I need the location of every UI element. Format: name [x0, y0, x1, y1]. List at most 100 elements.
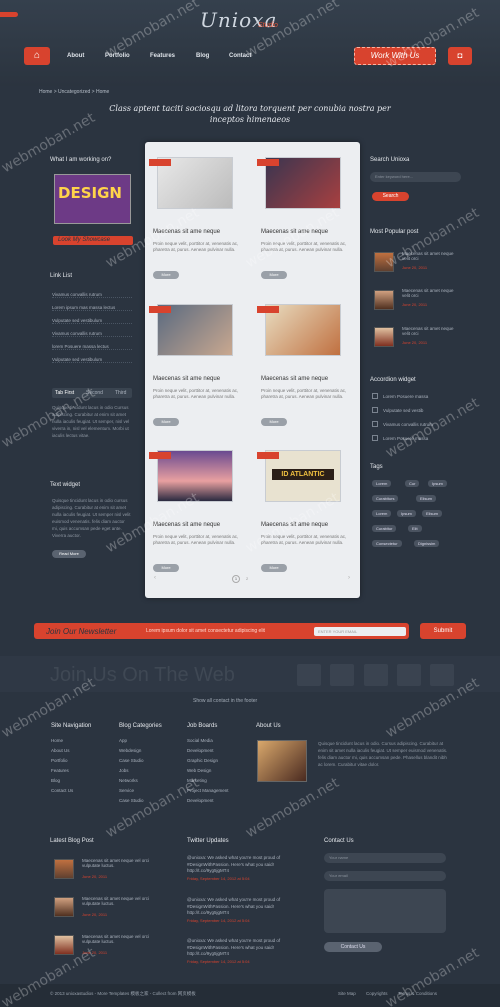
more-button[interactable]: More — [261, 418, 287, 426]
promo-image[interactable]: DESIGN — [54, 174, 131, 224]
more-button[interactable]: More — [153, 418, 179, 426]
tweet[interactable]: @unioxa: We asked what you're most proud… — [187, 855, 297, 875]
post-title[interactable]: Maecenas sit ame neque — [261, 522, 328, 528]
social-icon[interactable] — [364, 664, 388, 686]
tag[interactable]: Lorem — [372, 510, 392, 517]
post-title[interactable]: Maecenas sit ame neque — [261, 229, 328, 235]
social-icon[interactable] — [397, 664, 421, 686]
footer-job-link[interactable]: Social Media — [187, 738, 249, 743]
post-title[interactable]: Maecenas sit ame neque — [153, 229, 220, 235]
accordion-toggle-icon[interactable] — [372, 407, 378, 413]
social-icon[interactable] — [297, 664, 321, 686]
social-icon[interactable] — [330, 664, 354, 686]
accordion-toggle-icon[interactable] — [372, 421, 378, 427]
link-list-item[interactable]: Vulputate sed vestibulum — [52, 357, 132, 363]
tag[interactable]: Cur — [405, 480, 420, 487]
latest-post-title[interactable]: Maecenas sit amet neque vel orci vulputa… — [82, 896, 167, 906]
latest-thumb[interactable] — [54, 897, 74, 917]
nav-contact[interactable]: Contact — [229, 53, 251, 59]
footer-category-link[interactable]: Webdesign — [119, 748, 181, 753]
footer-job-link[interactable]: Marketing — [187, 778, 249, 783]
popular-thumb[interactable] — [374, 290, 394, 310]
nav-features[interactable]: Features — [150, 53, 175, 59]
accordion-toggle-icon[interactable] — [372, 435, 378, 441]
promo-caption[interactable]: Look My Showcase — [58, 237, 148, 243]
prev-icon[interactable]: ‹ — [154, 575, 156, 581]
post-title[interactable]: Maecenas sit ame neque — [261, 376, 328, 382]
post-title[interactable]: Maecenas sit ame neque — [153, 522, 220, 528]
tag[interactable]: Elit — [408, 525, 422, 532]
footer-category-link[interactable]: Service — [119, 788, 181, 793]
footer-category-link[interactable]: App — [119, 738, 181, 743]
accordion-item[interactable]: Lorem Posuere massa — [383, 394, 428, 399]
tab-third[interactable]: Third — [115, 390, 126, 396]
tag[interactable]: Lorem — [372, 480, 392, 487]
more-button[interactable]: More — [261, 564, 287, 572]
footer-nav-link[interactable]: Home — [51, 738, 113, 743]
contact-email-input[interactable]: Your email — [324, 871, 446, 881]
more-button[interactable]: More — [153, 564, 179, 572]
accordion-item[interactable]: Vivamus convallis rutrum — [383, 422, 433, 427]
latest-thumb[interactable] — [54, 935, 74, 955]
link-list-item[interactable]: Vivamus convallis rutrum — [52, 331, 132, 337]
contact-submit-button[interactable]: Contact Us — [324, 942, 382, 952]
social-icon[interactable] — [430, 664, 454, 686]
tweet[interactable]: @unioxa: We asked what you're most proud… — [187, 897, 297, 917]
rss-icon[interactable]: ◘ — [448, 47, 472, 65]
tag[interactable]: Ipsum — [397, 510, 416, 517]
footer-job-link[interactable]: Graphic Design — [187, 758, 249, 763]
footer-nav-link[interactable]: Contact Us — [51, 788, 113, 793]
footer-job-link[interactable]: Development — [187, 798, 249, 803]
link-list-item[interactable]: Vulputate sed vestibulum — [52, 318, 132, 324]
contact-message-textarea[interactable] — [324, 889, 446, 933]
footer-nav-link[interactable]: Blog — [51, 778, 113, 783]
popular-thumb[interactable] — [374, 252, 394, 272]
popular-post-title[interactable]: Maecenas sit amet neque velit orci — [402, 326, 460, 336]
contact-name-input[interactable]: Your name — [324, 853, 446, 863]
more-button[interactable]: More — [153, 271, 179, 279]
tag[interactable]: Curabiturs — [372, 495, 399, 502]
popular-thumb[interactable] — [374, 327, 394, 347]
popular-post-title[interactable]: Maecenas sit amet neque velit orci — [402, 251, 460, 261]
next-icon[interactable]: › — [348, 575, 350, 581]
accordion-item[interactable]: Vulputate sed vestib — [383, 408, 423, 413]
search-input[interactable]: Enter keyword here... — [370, 172, 461, 182]
tag[interactable]: Elisum — [416, 495, 437, 502]
footer-job-link[interactable]: Development — [187, 748, 249, 753]
tab-second[interactable]: Second — [86, 390, 103, 396]
nav-blog[interactable]: Blog — [196, 53, 209, 59]
footer-nav-link[interactable]: Portfolio — [51, 758, 113, 763]
footer-job-link[interactable]: Web Design — [187, 768, 249, 773]
tag[interactable]: Dignissim — [414, 540, 440, 547]
latest-post-title[interactable]: Maecenas sit amet neque vel orci vulputa… — [82, 934, 167, 944]
copyrights-link[interactable]: Copyrights — [366, 991, 388, 996]
sitemap-link[interactable]: Site Map — [338, 991, 356, 996]
more-button[interactable]: More — [261, 271, 287, 279]
link-list-item[interactable]: Lorem ipsum mas massa lectus — [52, 305, 132, 311]
latest-thumb[interactable] — [54, 859, 74, 879]
newsletter-email-input[interactable]: ENTER YOUR EMAIL — [314, 627, 406, 636]
post-title[interactable]: Maecenas sit ame neque — [153, 376, 220, 382]
footer-category-link[interactable]: Jobs — [119, 768, 181, 773]
page-2[interactable]: 2 — [246, 576, 248, 581]
latest-post-title[interactable]: Maecenas sit amet neque vel orci vulputa… — [82, 858, 167, 868]
popular-post-title[interactable]: Maecenas sit amet neque velit orci — [402, 288, 460, 298]
tag[interactable]: Ipsum — [428, 480, 447, 487]
footer-category-link[interactable]: Networks — [119, 778, 181, 783]
accordion-toggle-icon[interactable] — [372, 393, 378, 399]
tag[interactable]: Consectetur — [372, 540, 402, 547]
work-with-us-button[interactable]: Work With Us — [354, 47, 436, 65]
footer-job-link[interactable]: Project Management — [187, 788, 249, 793]
tab-first[interactable]: Tab First — [55, 390, 74, 396]
page-1[interactable]: 1 — [232, 575, 240, 583]
link-list-item[interactable]: lorem Posuere massa lectus — [52, 344, 132, 350]
show-contacts-toggle[interactable]: Show all contact in the footer — [193, 698, 257, 704]
home-icon[interactable]: ⌂ — [24, 47, 50, 65]
nav-portfolio[interactable]: Portfolio — [105, 53, 130, 59]
accordion-item[interactable]: Lorem Posuere massa — [383, 436, 428, 441]
tag[interactable]: Elisum — [422, 510, 443, 517]
search-button[interactable]: Search — [372, 192, 409, 201]
footer-nav-link[interactable]: About Us — [51, 748, 113, 753]
nav-about[interactable]: About — [67, 53, 84, 59]
terms-link[interactable]: Terms & Conditions — [398, 991, 437, 996]
